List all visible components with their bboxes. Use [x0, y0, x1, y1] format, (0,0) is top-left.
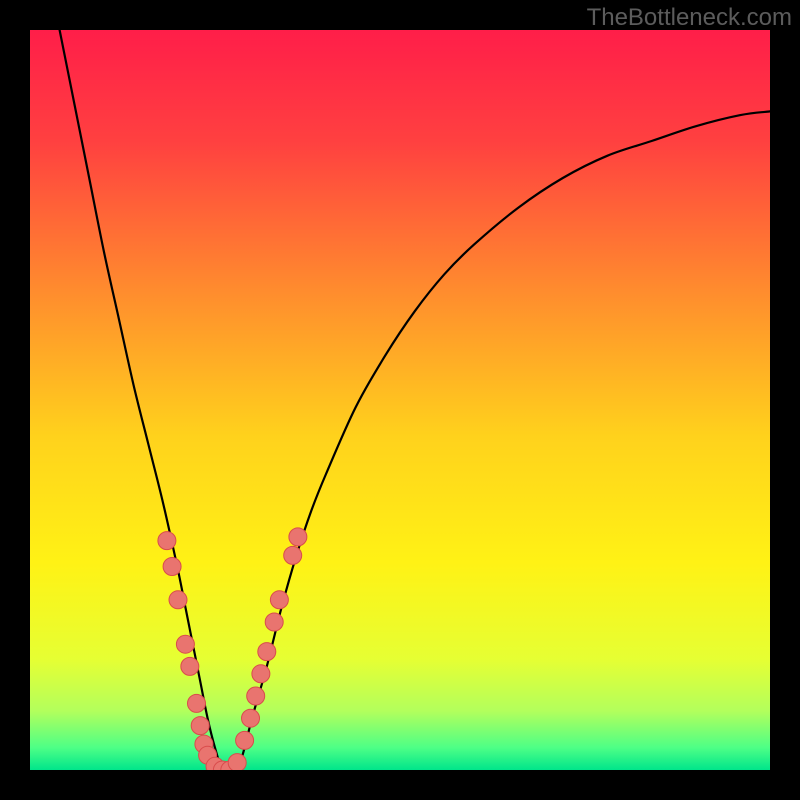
marker-dot — [176, 635, 194, 653]
marker-dot — [163, 558, 181, 576]
gradient-background — [30, 30, 770, 770]
marker-dot — [258, 643, 276, 661]
marker-dot — [284, 546, 302, 564]
marker-dot — [265, 613, 283, 631]
marker-dot — [158, 532, 176, 550]
chart-frame: TheBottleneck.com — [0, 0, 800, 800]
marker-dot — [181, 657, 199, 675]
marker-dot — [169, 591, 187, 609]
marker-dot — [236, 731, 254, 749]
marker-dot — [188, 694, 206, 712]
marker-dot — [228, 754, 246, 770]
chart-svg — [30, 30, 770, 770]
marker-dot — [270, 591, 288, 609]
marker-dot — [289, 528, 307, 546]
watermark-text: TheBottleneck.com — [587, 4, 792, 32]
marker-dot — [247, 687, 265, 705]
marker-dot — [242, 709, 260, 727]
plot-area — [30, 30, 770, 770]
marker-dot — [191, 717, 209, 735]
marker-dot — [252, 665, 270, 683]
